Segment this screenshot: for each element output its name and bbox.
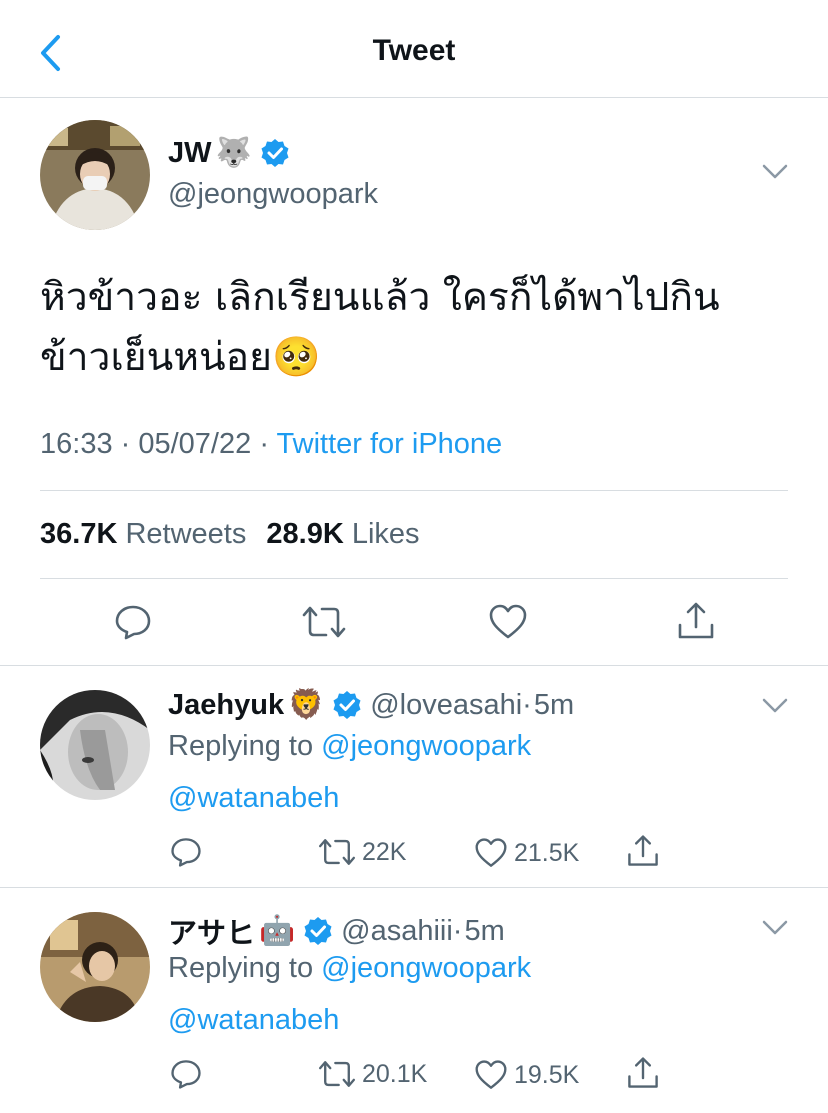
like-button[interactable]: 21.5K: [474, 837, 579, 869]
reply-author-name: アサヒ: [168, 916, 256, 950]
like-count: 19.5K: [514, 1060, 580, 1089]
retweet-button[interactable]: [302, 603, 346, 641]
comment-icon: [171, 1060, 201, 1089]
replying-to: Replying to @jeongwoopark: [168, 952, 531, 985]
heart-icon: [489, 604, 527, 639]
share-icon: [628, 835, 658, 866]
tweet-date: 05/07/22: [138, 428, 252, 460]
author-handle: @jeongwoopark: [168, 178, 379, 210]
more-options-button[interactable]: [762, 164, 788, 185]
verified-badge-icon: [261, 139, 289, 167]
top-bar: Tweet: [0, 0, 828, 98]
retweet-icon: [302, 606, 346, 638]
retweet-count: 22K: [362, 837, 407, 866]
tweet-text: หิวข้าวอะ เลิกเรียนแล้ว ใครก็ได้พาไปกิน …: [40, 268, 800, 388]
chevron-down-icon: [762, 920, 788, 935]
main-tweet: JW 🐺 @jeongwoopark หิวข้าวอะ เลิกเรียนแล…: [0, 98, 828, 666]
author-name-row: JW 🐺: [168, 136, 290, 170]
replying-to: Replying to @jeongwoopark: [168, 730, 531, 763]
mention-link[interactable]: @watanabeh: [168, 1004, 339, 1037]
retweet-button[interactable]: 20.1K: [318, 1058, 427, 1090]
author-name: JW: [168, 136, 212, 169]
share-icon: [678, 602, 714, 639]
verified-badge-icon: [333, 691, 361, 719]
reply-author-row: Jaehyuk 🦁 @loveasahi · 5m: [168, 688, 575, 722]
reply-tweet[interactable]: Jaehyuk 🦁 @loveasahi · 5m Replying to @j…: [0, 666, 828, 888]
mention-link[interactable]: @watanabeh: [168, 782, 339, 815]
avatar[interactable]: [40, 120, 150, 230]
robot-emoji: 🤖: [259, 915, 296, 947]
share-button[interactable]: [626, 834, 660, 868]
reply-time: 5m: [533, 688, 575, 721]
lion-emoji: 🦁: [288, 689, 325, 721]
heart-icon: [475, 1060, 507, 1089]
tweet-stats: 36.7K Retweets 28.9K Likes: [40, 518, 432, 551]
reply-author-row: アサヒ 🤖 @asahiii · 5m: [168, 910, 505, 952]
retweet-icon: [318, 1061, 356, 1087]
avatar[interactable]: [40, 690, 150, 800]
chevron-down-icon: [762, 698, 788, 713]
replying-to-label: Replying to: [168, 730, 314, 762]
like-count: 21.5K: [514, 838, 580, 867]
verified-badge-icon: [304, 917, 332, 945]
divider: [40, 490, 788, 491]
share-button[interactable]: [626, 1056, 660, 1090]
like-button[interactable]: 19.5K: [474, 1059, 579, 1091]
retweet-count[interactable]: 36.7K: [40, 518, 117, 550]
reply-author-handle: @asahiii: [341, 914, 453, 947]
like-button[interactable]: [488, 603, 528, 641]
comment-icon: [115, 605, 151, 640]
retweet-count: 20.1K: [362, 1059, 428, 1088]
replying-to-mention[interactable]: @jeongwoopark: [321, 730, 531, 762]
reply-author-name: Jaehyuk: [168, 688, 285, 721]
reply-button[interactable]: [170, 836, 202, 868]
tweet-text-line: หิวข้าวอะ เลิกเรียนแล้ว ใครก็ได้พาไปกิน: [40, 275, 720, 320]
tweet-text-line: ข้าวเย็นหน่อย: [40, 335, 272, 380]
like-count[interactable]: 28.9K: [266, 518, 343, 550]
reply-time: 5m: [464, 914, 505, 947]
wolf-emoji: 🐺: [215, 137, 252, 169]
replying-to-label: Replying to: [168, 952, 314, 984]
share-icon: [628, 1057, 658, 1088]
tweet-time: 16:33: [40, 428, 113, 460]
tweet-source-link[interactable]: Twitter for iPhone: [277, 428, 503, 460]
retweets-label[interactable]: Retweets: [125, 518, 246, 550]
divider: [40, 578, 788, 579]
more-options-button[interactable]: [762, 920, 788, 941]
reply-author-handle: @loveasahi: [370, 688, 523, 721]
retweet-icon: [318, 839, 356, 865]
more-options-button[interactable]: [762, 698, 788, 719]
comment-icon: [171, 838, 201, 867]
reply-tweet[interactable]: アサヒ 🤖 @asahiii · 5m Replying to @jeongwo…: [0, 888, 828, 1110]
reply-button[interactable]: [170, 1058, 202, 1090]
chevron-down-icon: [762, 164, 788, 179]
pleading-face-emoji: 🥺: [271, 335, 321, 380]
replying-to-mention[interactable]: @jeongwoopark: [321, 952, 531, 984]
tweet-meta: 16:33 · 05/07/22 · Twitter for iPhone: [40, 428, 503, 460]
page-title: Tweet: [372, 34, 456, 67]
avatar[interactable]: [40, 912, 150, 1022]
reply-button[interactable]: [114, 603, 152, 641]
share-button[interactable]: [676, 601, 716, 641]
likes-label[interactable]: Likes: [352, 518, 420, 550]
retweet-button[interactable]: 22K: [318, 836, 406, 868]
heart-icon: [475, 838, 507, 867]
